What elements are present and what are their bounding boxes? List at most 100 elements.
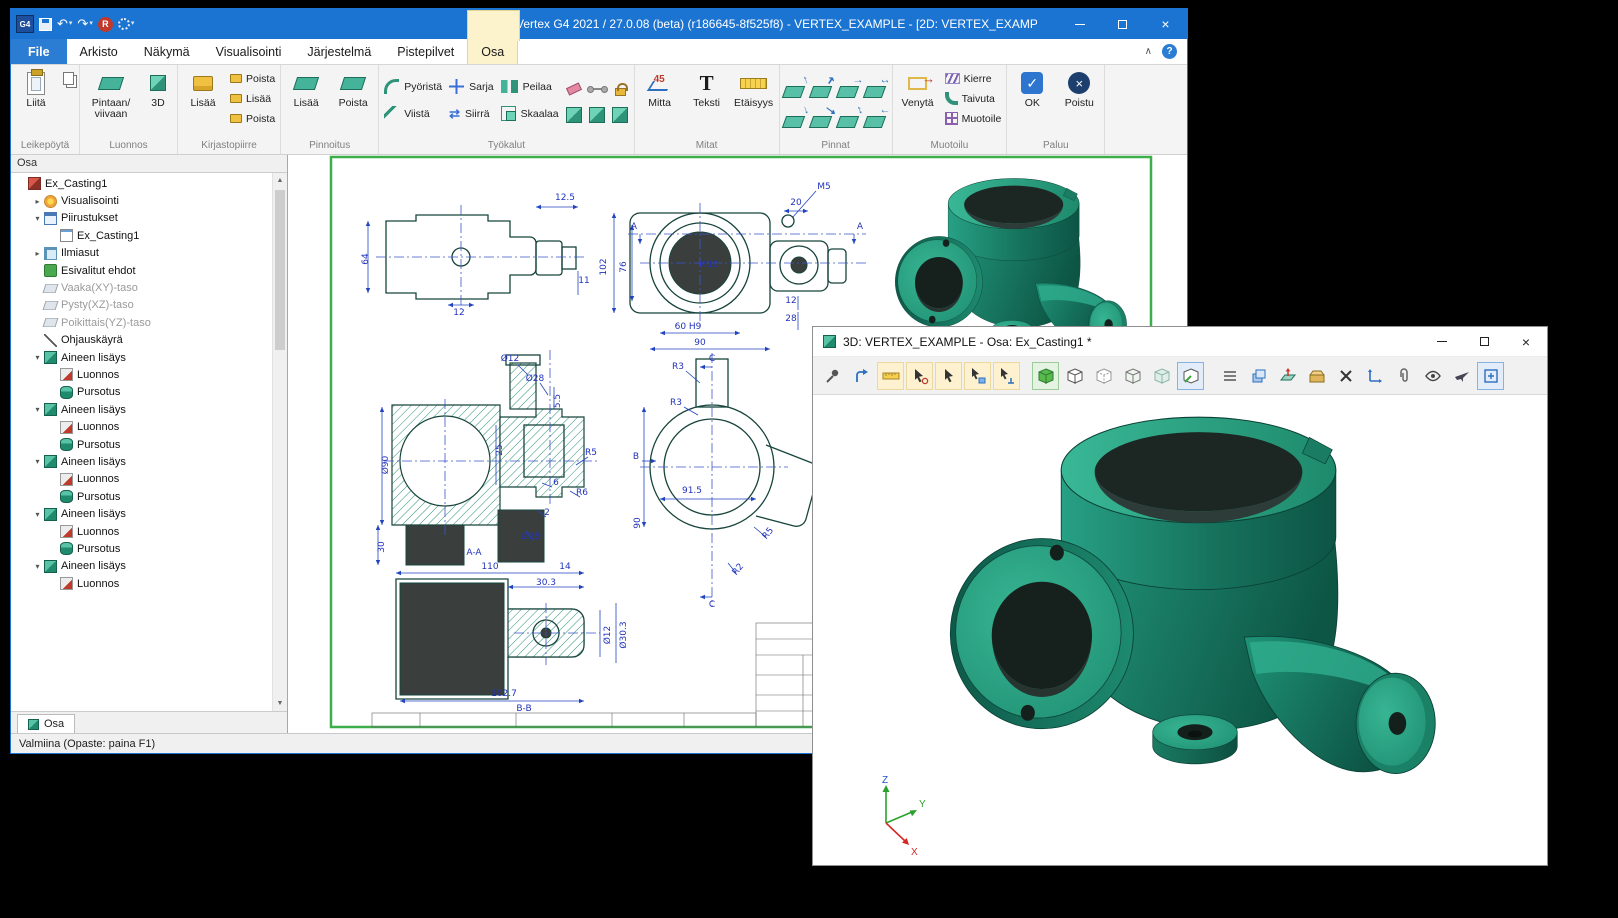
tab-file[interactable]: File — [11, 39, 67, 64]
model-3d-titlebar[interactable]: 3D: VERTEX_EXAMPLE - Osa: Ex_Casting1 * … — [813, 327, 1547, 357]
coating-remove-button[interactable]: Poista — [330, 66, 376, 139]
tree-item-vaaka-xy-taso[interactable]: Vaaka(XY)-taso — [11, 279, 272, 296]
chamfer-button[interactable]: Viistä — [381, 101, 445, 126]
redo-caret-icon[interactable]: ▾ — [89, 15, 93, 33]
library-add-button[interactable]: Lisää — [180, 66, 226, 139]
view-hidden-button[interactable] — [1119, 362, 1146, 390]
select-button[interactable] — [935, 362, 962, 390]
tree-item-ohjausk-yr-[interactable]: Ohjauskäyrä — [11, 332, 272, 349]
tree-item-poikittais-yz-taso[interactable]: Poikittais(YZ)-taso — [11, 314, 272, 331]
collapse-arrow-icon[interactable]: ▾ — [31, 214, 44, 223]
thread-button[interactable]: Kierre — [942, 69, 1005, 88]
surface-join-icon[interactable]: ↔ — [865, 80, 888, 98]
tab-osa[interactable]: Osa — [467, 39, 518, 64]
view-section-button[interactable] — [1177, 362, 1204, 390]
tree-item-aineen-lis-ys[interactable]: ▾Aineen lisäys — [11, 453, 272, 470]
settings-caret-icon[interactable]: ▾ — [131, 15, 135, 33]
maximize-button[interactable] — [1101, 9, 1144, 39]
tab-visualisointi[interactable]: Visualisointi — [203, 39, 295, 64]
tree-item-luonnos[interactable]: Luonnos — [11, 418, 272, 435]
drawer-button[interactable] — [1303, 362, 1330, 390]
scroll-down-icon[interactable]: ▼ — [273, 696, 287, 711]
tree-item-pursotus[interactable]: Pursotus — [11, 540, 272, 557]
dimension-button[interactable]: 45 Mitta — [637, 66, 683, 139]
surface-delete-icon[interactable]: ↘ — [811, 110, 834, 128]
surface-split-icon[interactable]: ↓ — [784, 110, 807, 128]
face-tool-icon[interactable] — [589, 107, 605, 123]
flyby-button[interactable] — [1448, 362, 1475, 390]
lock-icon[interactable] — [615, 88, 626, 96]
model-close-button[interactable]: × — [1505, 327, 1547, 357]
surface-thicken-icon[interactable]: ↕ — [838, 110, 861, 128]
exit-button[interactable]: × Poistu — [1056, 66, 1102, 139]
model-minimize-button[interactable] — [1421, 327, 1463, 357]
tree-item-pursotus[interactable]: Pursotus — [11, 436, 272, 453]
scrollbar-thumb[interactable] — [275, 190, 285, 350]
distance-button[interactable]: Etäisyys — [731, 66, 777, 139]
minimize-button[interactable] — [1058, 9, 1101, 39]
tab-arkisto[interactable]: Arkisto — [67, 39, 131, 64]
tree-item-luonnos[interactable]: Luonnos — [11, 575, 272, 592]
model-3d-canvas[interactable]: Z Y X — [813, 395, 1547, 865]
tree-item-aineen-lis-ys[interactable]: ▾Aineen lisäys — [11, 401, 272, 418]
tree-item-aineen-lis-ys[interactable]: ▾Aineen lisäys — [11, 505, 272, 522]
tree-item-ex-casting1[interactable]: Ex_Casting1 — [11, 175, 272, 192]
view-wire1-button[interactable] — [1061, 362, 1088, 390]
expand-arrow-icon[interactable]: ▸ — [31, 249, 44, 258]
scale-button[interactable]: Skaalaa — [498, 101, 562, 126]
tree-item-esivalitut-ehdot[interactable]: Esivalitut ehdot — [11, 262, 272, 279]
undo-button[interactable]: ↶▾ — [57, 15, 72, 33]
tab-nakyma[interactable]: Näkymä — [131, 39, 203, 64]
fillet-button[interactable]: Pyöristä — [381, 74, 445, 99]
tab-pistepilvet[interactable]: Pistepilvet — [384, 39, 467, 64]
settings-button[interactable]: ▾ — [118, 15, 135, 33]
text-button[interactable]: T Teksti — [684, 66, 730, 139]
sketch-on-face-button[interactable]: Pintaan/ viivaan — [82, 66, 140, 139]
plane-button[interactable] — [1274, 362, 1301, 390]
tree-list-button[interactable] — [1216, 362, 1243, 390]
expand-arrow-icon[interactable]: ▸ — [31, 197, 44, 206]
tree-item-visualisointi[interactable]: ▸Visualisointi — [11, 192, 272, 209]
collapse-arrow-icon[interactable]: ▾ — [31, 562, 44, 571]
panel-tab-osa[interactable]: Osa — [17, 714, 75, 733]
pin-button[interactable] — [819, 362, 846, 390]
bend-button[interactable]: Taivuta — [942, 89, 1005, 108]
ok-button[interactable]: ✓ OK — [1009, 66, 1055, 139]
tree-scrollbar[interactable]: ▲ ▼ — [272, 173, 287, 711]
orient-button[interactable] — [848, 362, 875, 390]
coating-add-button[interactable]: Lisää — [283, 66, 329, 139]
axes-button[interactable] — [1361, 362, 1388, 390]
copy-button[interactable] — [60, 69, 77, 88]
surface-extend-icon[interactable]: ↗ — [811, 80, 834, 98]
model-maximize-button[interactable] — [1463, 327, 1505, 357]
model-3d-view[interactable]: Z Y X — [813, 395, 1547, 865]
select-edge-button[interactable] — [993, 362, 1020, 390]
wireframe-icon[interactable] — [590, 88, 605, 90]
sketch-3d-button[interactable]: 3D — [141, 66, 175, 139]
move-button[interactable]: ⇄Siirrä — [446, 101, 497, 126]
attach-button[interactable] — [1390, 362, 1417, 390]
layers-button[interactable] — [1245, 362, 1272, 390]
redo-button[interactable]: ↷▾ — [77, 15, 92, 33]
mirror-button[interactable]: Peilaa — [498, 74, 562, 99]
collapse-arrow-icon[interactable]: ▾ — [31, 405, 44, 414]
collapse-arrow-icon[interactable]: ▾ — [31, 457, 44, 466]
tree-item-pursotus[interactable]: Pursotus — [11, 488, 272, 505]
library-remove2-button[interactable]: Poista — [227, 109, 278, 128]
view-wire2-button[interactable] — [1090, 362, 1117, 390]
tree-item-piirustukset[interactable]: ▾Piirustukset — [11, 210, 272, 227]
measure-button[interactable] — [877, 362, 904, 390]
record-macro-icon[interactable]: R — [98, 17, 113, 32]
scroll-up-icon[interactable]: ▲ — [273, 173, 287, 188]
visibility-button[interactable] — [1419, 362, 1446, 390]
select-point-button[interactable] — [906, 362, 933, 390]
erase-icon[interactable] — [566, 82, 582, 95]
surface-trim-icon[interactable]: → — [838, 80, 861, 98]
app-logo-icon[interactable]: G4 — [16, 15, 34, 33]
undo-caret-icon[interactable]: ▾ — [69, 15, 73, 33]
collapse-arrow-icon[interactable]: ▾ — [31, 353, 44, 362]
tree-item-aineen-lis-ys[interactable]: ▾Aineen lisäys — [11, 349, 272, 366]
solid-tool-icon[interactable] — [566, 107, 582, 123]
tree-item-pysty-xz-taso[interactable]: Pysty(XZ)-taso — [11, 297, 272, 314]
tree-item-luonnos[interactable]: Luonnos — [11, 471, 272, 488]
